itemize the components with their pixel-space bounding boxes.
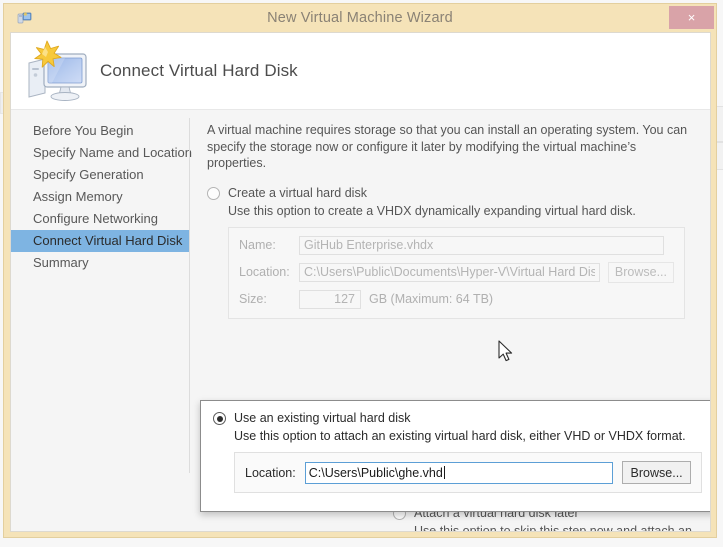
browse-button[interactable]: Browse... (622, 461, 691, 484)
sidebar-item-summary[interactable]: Summary (11, 252, 189, 274)
intro-text: A virtual machine requires storage so th… (207, 123, 688, 170)
wizard-body: Before You Begin Specify Name and Locati… (11, 110, 710, 531)
window-app-icon (16, 9, 33, 26)
location-input (299, 262, 600, 282)
wizard-client-area: Connect Virtual Hard Disk Before You Beg… (10, 32, 711, 532)
page-header: Connect Virtual Hard Disk (11, 33, 710, 110)
option-create-description: Use this option to create a VHDX dynamic… (228, 203, 636, 218)
name-input (299, 235, 664, 255)
sidebar-item-configure-networking[interactable]: Configure Networking (11, 208, 189, 230)
browse-button-disabled: Browse... (607, 261, 674, 283)
size-field-label: Size: (239, 292, 267, 306)
radio-option-existing-label: Use an existing virtual hard disk (234, 411, 411, 425)
radio-button-unchecked-icon[interactable] (207, 186, 220, 200)
screenshot-root: New Virtual Machine Wizard × Connect Vir… (0, 0, 723, 547)
sidebar-item-assign-memory[interactable]: Assign Memory (11, 186, 189, 208)
existing-location-value: C:\Users\Public\ghe.vhd (308, 465, 443, 480)
location-field-row: Location: Browse... (239, 261, 674, 283)
radio-option-create-virtual-hard-disk[interactable]: Create a virtual hard disk (207, 186, 694, 201)
existing-disk-callout: Use an existing virtual hard disk Use th… (200, 400, 710, 512)
sidebar-item-connect-virtual-hard-disk[interactable]: Connect Virtual Hard Disk (11, 230, 189, 252)
existing-location-input[interactable]: C:\Users\Public\ghe.vhd (304, 461, 614, 484)
size-field-row: Size: GB (Maximum: 64 TB) (239, 289, 674, 309)
wizard-steps-sidebar: Before You Begin Specify Name and Locati… (11, 110, 192, 531)
location-field-label: Location: (239, 265, 290, 279)
sidebar-item-before-you-begin[interactable]: Before You Begin (11, 120, 189, 142)
size-suffix-label: GB (Maximum: 64 TB) (369, 292, 494, 306)
size-input (299, 289, 361, 309)
text-caret (443, 466, 445, 479)
close-icon[interactable]: × (669, 6, 714, 29)
sidebar-content-divider (189, 118, 190, 473)
computer-with-starburst-icon (21, 39, 93, 103)
radio-option-create-label: Create a virtual hard disk (228, 185, 367, 200)
create-disk-fields-group: Name: Location: Browse... Size: GB (Maxi… (228, 226, 685, 319)
title-bar: New Virtual Machine Wizard × (4, 4, 716, 31)
name-field-row: Name: (239, 235, 674, 255)
radio-button-checked-icon[interactable] (213, 412, 226, 425)
option-later-description: Use this option to skip this step now an… (414, 524, 692, 532)
sidebar-item-specify-name-and-location[interactable]: Specify Name and Location (11, 142, 192, 164)
radio-option-use-existing-virtual-hard-disk[interactable]: Use an existing virtual hard disk (213, 411, 703, 426)
page-title: Connect Virtual Hard Disk (100, 61, 298, 80)
wizard-window: New Virtual Machine Wizard × Connect Vir… (3, 3, 717, 538)
existing-location-label: Location: (245, 465, 296, 480)
name-field-label: Name: (239, 238, 276, 252)
existing-disk-location-group: Location: C:\Users\Public\ghe.vhd Browse… (234, 452, 702, 493)
sidebar-item-specify-generation[interactable]: Specify Generation (11, 164, 189, 186)
window-title: New Virtual Machine Wizard (267, 9, 453, 26)
option-existing-description: Use this option to attach an existing vi… (234, 429, 686, 443)
